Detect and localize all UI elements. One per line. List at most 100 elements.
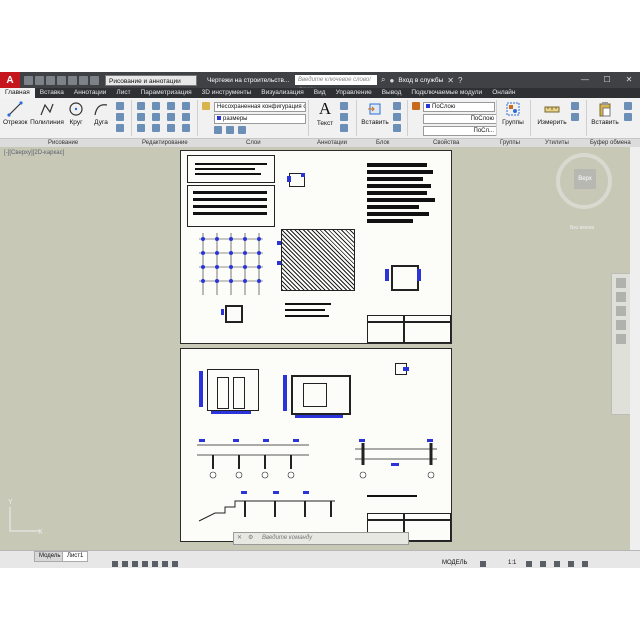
undo-icon[interactable]	[79, 75, 88, 85]
save-as-icon[interactable]	[57, 75, 66, 85]
table-icon[interactable]	[340, 124, 348, 132]
clipboard-panel-title[interactable]: Буфер обмена	[590, 139, 631, 147]
tab-model[interactable]: Модель	[34, 551, 66, 562]
help-icon[interactable]: ?	[458, 76, 462, 85]
osnap-icon[interactable]	[152, 561, 158, 567]
group-button[interactable]: Группы	[499, 101, 527, 126]
command-line[interactable]: ✕ ⚙ Введите команду	[233, 532, 409, 545]
zoom-icon[interactable]	[616, 306, 626, 316]
otrack-icon[interactable]	[162, 561, 168, 567]
annotation-panel-title[interactable]: Аннотации	[317, 139, 347, 147]
workspace-dropdown[interactable]: Рисование и аннотации	[105, 74, 197, 86]
ellipse-icon[interactable]	[116, 124, 124, 132]
block-panel-title[interactable]: Блок	[376, 139, 389, 147]
annotation-scale-icon[interactable]	[480, 561, 486, 567]
layer-freeze-icon[interactable]	[226, 126, 234, 134]
linetype-dropdown[interactable]: ПоСлою	[423, 114, 497, 124]
print-icon[interactable]	[68, 75, 77, 85]
tab-view[interactable]: Вид	[309, 88, 331, 98]
hatch-icon[interactable]	[116, 113, 124, 121]
isolate-icon[interactable]	[540, 561, 546, 567]
erase-icon[interactable]	[182, 102, 190, 110]
search-input[interactable]: Введите ключевое слово/фразу	[295, 75, 377, 93]
search-icon[interactable]: ⌕	[381, 75, 385, 85]
redo-icon[interactable]	[90, 75, 99, 85]
arc-button[interactable]: Дуга	[91, 101, 111, 126]
insert-block-button[interactable]: Вставить	[360, 101, 390, 126]
tab-parametric[interactable]: Параметризация	[136, 88, 197, 98]
close-icon[interactable]: ✕	[618, 72, 640, 88]
move-icon[interactable]	[137, 102, 145, 110]
close-icon[interactable]: ✕	[237, 533, 242, 544]
text-button[interactable]: A Текст	[314, 100, 336, 128]
properties-panel-title[interactable]: Свойства	[433, 139, 459, 147]
drawing-area[interactable]: [-][Сверху][2D-каркас] Верх Без имени Y …	[0, 147, 640, 550]
tab-plugins[interactable]: Подключаемые модули	[406, 88, 487, 98]
model-space-toggle[interactable]: МОДЕЛЬ	[442, 560, 467, 566]
array-icon[interactable]	[167, 124, 175, 132]
viewcube-face[interactable]: Верх	[574, 169, 596, 189]
polar-icon[interactable]	[142, 561, 148, 567]
attribute-icon[interactable]	[393, 124, 401, 132]
app-logo-icon[interactable]: A	[0, 72, 20, 88]
viewport-label[interactable]: [-][Сверху][2D-каркас]	[4, 150, 64, 156]
measure-button[interactable]: Измерить	[536, 101, 568, 126]
snap-icon[interactable]	[122, 561, 128, 567]
create-block-icon[interactable]	[393, 102, 401, 110]
orbit-icon[interactable]	[616, 320, 626, 330]
dimension-icon[interactable]	[340, 102, 348, 110]
explode-icon[interactable]	[182, 113, 190, 121]
tab-online[interactable]: Онлайн	[487, 88, 520, 98]
maximize-icon[interactable]: ☐	[596, 72, 618, 88]
groups-panel-title[interactable]: Группы	[500, 139, 520, 147]
color-dropdown[interactable]: ПоСлою	[423, 102, 495, 112]
tab-layout[interactable]: Лист	[111, 88, 135, 98]
offset-icon[interactable]	[182, 124, 190, 132]
layer-lock-icon[interactable]	[238, 126, 246, 134]
tab-home[interactable]: Главная	[0, 88, 35, 98]
ortho-icon[interactable]	[132, 561, 138, 567]
layer-off-icon[interactable]	[214, 126, 222, 134]
leader-icon[interactable]	[340, 113, 348, 121]
command-input[interactable]: Введите команду	[262, 533, 312, 544]
rotate-icon[interactable]	[152, 102, 160, 110]
copy-clip-icon[interactable]	[624, 102, 632, 110]
layer-state-dropdown[interactable]: Несохраненная конфигурация сло	[214, 102, 306, 112]
paste-button[interactable]: Вставить	[590, 101, 620, 126]
minimize-icon[interactable]: —	[574, 72, 596, 88]
tab-output[interactable]: Вывод	[377, 88, 407, 98]
exchange-icon[interactable]: ✕	[447, 76, 454, 85]
quick-select-icon[interactable]	[571, 102, 579, 110]
modify-panel-title[interactable]: Редактирование	[142, 139, 188, 147]
tab-manage[interactable]: Управление	[331, 88, 377, 98]
circle-button[interactable]: Круг	[66, 101, 86, 126]
customization-icon[interactable]	[582, 561, 588, 567]
mirror-icon[interactable]	[152, 113, 160, 121]
draw-panel-title[interactable]: Рисование	[48, 139, 78, 147]
vertical-scrollbar[interactable]	[630, 147, 640, 550]
user-icon[interactable]: ●	[389, 76, 394, 85]
grid-icon[interactable]	[112, 561, 118, 567]
lineweight-icon[interactable]	[172, 561, 178, 567]
pan-icon[interactable]	[616, 292, 626, 302]
polyline-button[interactable]: Полилиния	[30, 101, 64, 126]
scale-icon[interactable]	[152, 124, 160, 132]
hardware-acceleration-icon[interactable]	[554, 561, 560, 567]
tab-layout1[interactable]: Лист1	[62, 551, 89, 562]
edit-block-icon[interactable]	[393, 113, 401, 121]
layers-panel-title[interactable]: Слои	[246, 139, 261, 147]
calculator-icon[interactable]	[571, 113, 579, 121]
cut-icon[interactable]	[624, 113, 632, 121]
ucs-dropdown[interactable]: Без имени	[570, 225, 594, 231]
new-icon[interactable]	[24, 75, 33, 85]
lineweight-dropdown[interactable]: ПоСл...	[423, 126, 497, 136]
utilities-panel-title[interactable]: Утилиты	[545, 139, 569, 147]
copy-icon[interactable]	[137, 113, 145, 121]
rectangle-icon[interactable]	[116, 102, 124, 110]
save-icon[interactable]	[46, 75, 55, 85]
stretch-icon[interactable]	[137, 124, 145, 132]
showmotion-icon[interactable]	[616, 334, 626, 344]
settings-icon[interactable]: ⚙	[248, 533, 253, 544]
workspace-icon[interactable]	[526, 561, 532, 567]
tab-insert[interactable]: Вставка	[35, 88, 69, 98]
